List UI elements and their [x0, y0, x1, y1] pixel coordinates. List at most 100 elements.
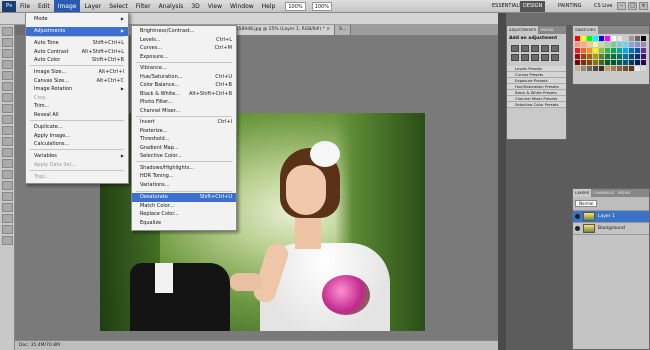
swatch[interactable]: [593, 48, 598, 53]
image-menu-item-duplicate[interactable]: Duplicate...: [26, 123, 128, 132]
swatch[interactable]: [611, 36, 616, 41]
swatch[interactable]: [593, 66, 598, 71]
swatch[interactable]: [605, 36, 610, 41]
healing-tool-icon[interactable]: [1, 93, 13, 102]
swatch[interactable]: [635, 54, 640, 59]
brightness-icon[interactable]: [511, 45, 519, 52]
swatch[interactable]: [635, 42, 640, 47]
marquee-tool-icon[interactable]: [1, 38, 13, 47]
swatch[interactable]: [641, 36, 646, 41]
swatch[interactable]: [581, 54, 586, 59]
swatch[interactable]: [575, 54, 580, 59]
swatch[interactable]: [611, 60, 616, 65]
lasso-tool-icon[interactable]: [1, 49, 13, 58]
swatch[interactable]: [587, 36, 592, 41]
swatch[interactable]: [629, 48, 634, 53]
menu-3d[interactable]: 3D: [187, 0, 203, 13]
hue-saturation-icon[interactable]: [511, 54, 519, 61]
path-select-tool-icon[interactable]: [1, 203, 13, 212]
swatch[interactable]: [641, 48, 646, 53]
pen-tool-icon[interactable]: [1, 181, 13, 190]
swatch[interactable]: [635, 48, 640, 53]
color-balance-icon[interactable]: [521, 54, 529, 61]
crop-tool-icon[interactable]: [1, 71, 13, 80]
blur-tool-icon[interactable]: [1, 159, 13, 168]
adjustments-item-variations[interactable]: Variations...: [132, 181, 236, 190]
adjustments-item-photo-filter[interactable]: Photo Filter...: [132, 98, 236, 107]
image-menu-item-image-rotation[interactable]: Image Rotation ▶: [26, 85, 128, 94]
menu-analysis[interactable]: Analysis: [155, 0, 188, 13]
swatch[interactable]: [641, 42, 646, 47]
adjustments-item-curves[interactable]: Curves... Ctrl+M: [132, 44, 236, 53]
doc-tab-3[interactable]: S...: [335, 25, 352, 35]
swatch[interactable]: [587, 54, 592, 59]
zoom-tool-icon[interactable]: [1, 236, 13, 245]
levels-icon[interactable]: [521, 45, 529, 52]
adjustments-item-channel-mixer[interactable]: Channel Mixer...: [132, 107, 236, 116]
adjustments-item-gradient-map[interactable]: Gradient Map...: [132, 144, 236, 153]
adjustments-item-hue-saturation[interactable]: Hue/Saturation... Ctrl+U: [132, 73, 236, 82]
gradient-tool-icon[interactable]: [1, 148, 13, 157]
workspace-design[interactable]: DESIGN: [520, 1, 546, 12]
eraser-tool-icon[interactable]: [1, 137, 13, 146]
image-menu-item-auto-contrast[interactable]: Auto Contrast Alt+Shift+Ctrl+L: [26, 48, 128, 57]
preset-item[interactable]: Selective Color Presets: [507, 102, 566, 108]
image-menu-item-auto-color[interactable]: Auto Color Shift+Ctrl+B: [26, 56, 128, 65]
swatch[interactable]: [629, 60, 634, 65]
adjustments-item-invert[interactable]: Invert Ctrl+I: [132, 118, 236, 127]
menu-layer[interactable]: Layer: [80, 0, 105, 13]
swatch[interactable]: [593, 36, 598, 41]
adjustments-item-levels[interactable]: Levels... Ctrl+L: [132, 36, 236, 45]
swatch[interactable]: [605, 60, 610, 65]
swatch[interactable]: [623, 66, 628, 71]
menu-image[interactable]: Image: [53, 0, 81, 13]
swatch[interactable]: [581, 42, 586, 47]
minimize-icon[interactable]: –: [617, 2, 626, 10]
image-menu-item-apply-image[interactable]: Apply Image...: [26, 132, 128, 141]
quick-select-tool-icon[interactable]: [1, 60, 13, 69]
menu-view[interactable]: View: [204, 0, 226, 13]
swatch[interactable]: [635, 36, 640, 41]
image-menu-item-image-size[interactable]: Image Size... Alt+Ctrl+I: [26, 68, 128, 77]
swatch[interactable]: [629, 42, 634, 47]
layer-row[interactable]: Background: [573, 223, 649, 235]
swatch[interactable]: [617, 42, 622, 47]
swatch[interactable]: [581, 36, 586, 41]
swatch[interactable]: [593, 42, 598, 47]
swatch[interactable]: [581, 60, 586, 65]
swatch[interactable]: [635, 66, 640, 71]
adjustments-item-black-white[interactable]: Black & White... Alt+Shift+Ctrl+B: [132, 90, 236, 99]
menu-help[interactable]: Help: [258, 0, 280, 13]
workspace-painting[interactable]: PAINTING: [555, 1, 584, 12]
image-menu-item-canvas-size[interactable]: Canvas Size... Alt+Ctrl+C: [26, 77, 128, 86]
swatch[interactable]: [617, 54, 622, 59]
swatch[interactable]: [617, 60, 622, 65]
zoom-level-a[interactable]: 100%: [285, 1, 306, 11]
adjustments-item-desaturate[interactable]: Desaturate Shift+Ctrl+U: [132, 193, 236, 202]
image-menu-item-auto-tone[interactable]: Auto Tone Shift+Ctrl+L: [26, 39, 128, 48]
swatch[interactable]: [587, 42, 592, 47]
swatch[interactable]: [617, 48, 622, 53]
tab-channels[interactable]: CHANNELS: [591, 189, 616, 197]
swatch[interactable]: [575, 36, 580, 41]
type-tool-icon[interactable]: [1, 192, 13, 201]
adjustments-item-brightness-contrast[interactable]: Brightness/Contrast...: [132, 27, 236, 36]
adjustments-item-shadows-highlights[interactable]: Shadows/Highlights...: [132, 164, 236, 173]
photo-filter-icon[interactable]: [541, 54, 549, 61]
tab-masks[interactable]: MASKS: [538, 26, 555, 34]
swatch[interactable]: [611, 48, 616, 53]
swatch[interactable]: [623, 48, 628, 53]
image-menu-item-trim[interactable]: Trim...: [26, 102, 128, 111]
swatch[interactable]: [605, 54, 610, 59]
image-menu-item-mode[interactable]: Mode ▶: [26, 15, 128, 24]
adjustments-item-hdr-toning[interactable]: HDR Toning...: [132, 172, 236, 181]
vibrance-icon[interactable]: [551, 45, 559, 52]
swatch[interactable]: [587, 48, 592, 53]
adjustments-item-exposure[interactable]: Exposure...: [132, 53, 236, 62]
swatch[interactable]: [593, 54, 598, 59]
eye-icon[interactable]: [575, 214, 580, 219]
adjustments-item-selective-color[interactable]: Selective Color...: [132, 152, 236, 161]
swatch[interactable]: [575, 66, 580, 71]
dodge-tool-icon[interactable]: [1, 170, 13, 179]
swatch[interactable]: [617, 36, 622, 41]
